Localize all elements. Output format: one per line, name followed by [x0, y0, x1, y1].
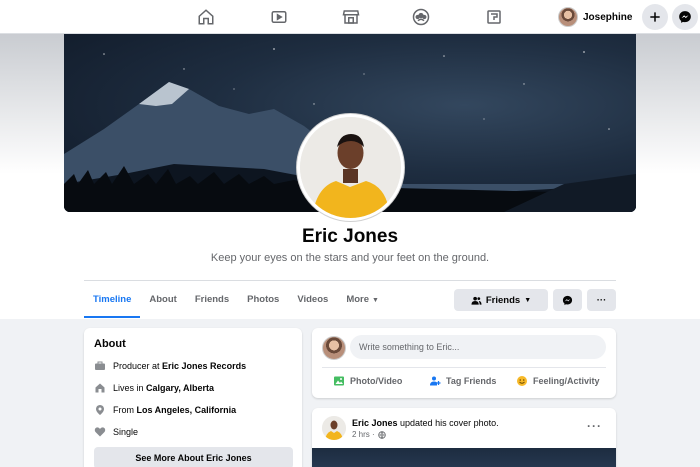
composer-divider [322, 367, 606, 368]
create-button[interactable] [642, 4, 668, 30]
tab-more-label: More [346, 294, 370, 305]
feeling-activity-label: Feeling/Activity [533, 376, 600, 386]
tab-friends[interactable]: Friends [186, 281, 238, 318]
profile-name-heading: Eric Jones [301, 226, 399, 247]
about-row-from: From Los Angeles, California [94, 404, 236, 416]
post-meta: 2 hrs · [352, 430, 386, 439]
about-work-value[interactable]: Eric Jones Records [162, 361, 246, 371]
tab-photos[interactable]: Photos [238, 281, 288, 318]
message-button[interactable] [553, 289, 582, 311]
friends-icon [471, 296, 482, 305]
profile-name: Josephine [583, 11, 633, 23]
post-image[interactable] [312, 448, 616, 467]
post-author-name[interactable]: Eric Jones [352, 418, 398, 428]
marketplace-icon[interactable] [341, 7, 361, 27]
messenger-button[interactable] [672, 4, 698, 30]
about-lives-prefix: Lives in [113, 383, 147, 393]
post-card: Eric Jones updated his cover photo. 2 hr… [312, 408, 616, 467]
photo-video-button[interactable]: Photo/Video [333, 375, 402, 387]
about-row-lives: Lives in Calgary, Alberta [94, 382, 214, 394]
tag-friends-label: Tag Friends [446, 376, 497, 386]
tab-about[interactable]: About [140, 281, 185, 318]
caret-down-icon: ▼ [524, 296, 532, 304]
post-title: Eric Jones updated his cover photo. [352, 418, 499, 428]
post-composer: Write something to Eric... Photo/Video T… [312, 328, 616, 398]
groups-icon[interactable] [411, 7, 431, 27]
home-icon [95, 383, 105, 393]
tab-more[interactable]: More ▼ [337, 281, 388, 318]
about-from-value[interactable]: Los Angeles, California [137, 405, 237, 415]
more-options-button[interactable]: ··· [587, 289, 616, 311]
gaming-icon[interactable] [484, 7, 504, 27]
about-row-relationship: Single [94, 426, 138, 438]
tab-videos[interactable]: Videos [288, 281, 337, 318]
about-lives-value[interactable]: Calgary, Alberta [146, 383, 214, 393]
friends-button-label: Friends [485, 294, 521, 306]
see-more-about-button[interactable]: See More About Eric Jones [94, 447, 293, 467]
post-options-button[interactable]: ··· [587, 419, 602, 433]
smiley-icon [517, 376, 527, 386]
home-icon[interactable] [196, 7, 216, 27]
profile-bio: Keep your eyes on the stars and your fee… [210, 252, 490, 264]
tag-friends-button[interactable]: Tag Friends [429, 375, 496, 387]
globe-icon [377, 430, 386, 439]
profile-picture[interactable] [297, 114, 404, 221]
messenger-icon [679, 11, 691, 23]
post-author-avatar[interactable] [322, 416, 346, 440]
feeling-activity-button[interactable]: Feeling/Activity [516, 375, 600, 387]
photo-icon [334, 376, 344, 386]
caret-down-icon: ▼ [372, 297, 379, 304]
about-row-work: Producer at Eric Jones Records [94, 360, 246, 372]
user-avatar [558, 7, 578, 27]
tab-timeline[interactable]: Timeline [84, 281, 141, 318]
location-pin-icon [96, 405, 104, 415]
about-work-prefix: Producer at [113, 361, 163, 371]
post-time[interactable]: 2 hrs · [352, 430, 375, 439]
profile-tabs: Timeline About Friends Photos Videos Mor… [84, 281, 388, 318]
composer-input[interactable]: Write something to Eric... [350, 335, 606, 359]
briefcase-icon [95, 361, 105, 370]
watch-icon[interactable] [269, 7, 289, 27]
more-dots-icon: ··· [596, 294, 607, 306]
user-avatar [322, 336, 346, 360]
messenger-icon [562, 295, 573, 305]
top-navigation-bar: Josephine [0, 0, 700, 34]
profile-shortcut[interactable]: Josephine [558, 6, 632, 28]
about-card: About Producer at Eric Jones Records Liv… [84, 328, 302, 467]
about-from-prefix: From [113, 405, 137, 415]
heart-icon [94, 427, 106, 437]
friends-button[interactable]: Friends ▼ [454, 289, 548, 311]
about-relationship-value: Single [113, 427, 139, 437]
tag-friends-icon [430, 376, 441, 386]
plus-icon [650, 12, 660, 22]
about-title: About [94, 338, 126, 350]
post-action-text: updated his cover photo. [397, 418, 499, 428]
photo-video-label: Photo/Video [350, 376, 403, 386]
